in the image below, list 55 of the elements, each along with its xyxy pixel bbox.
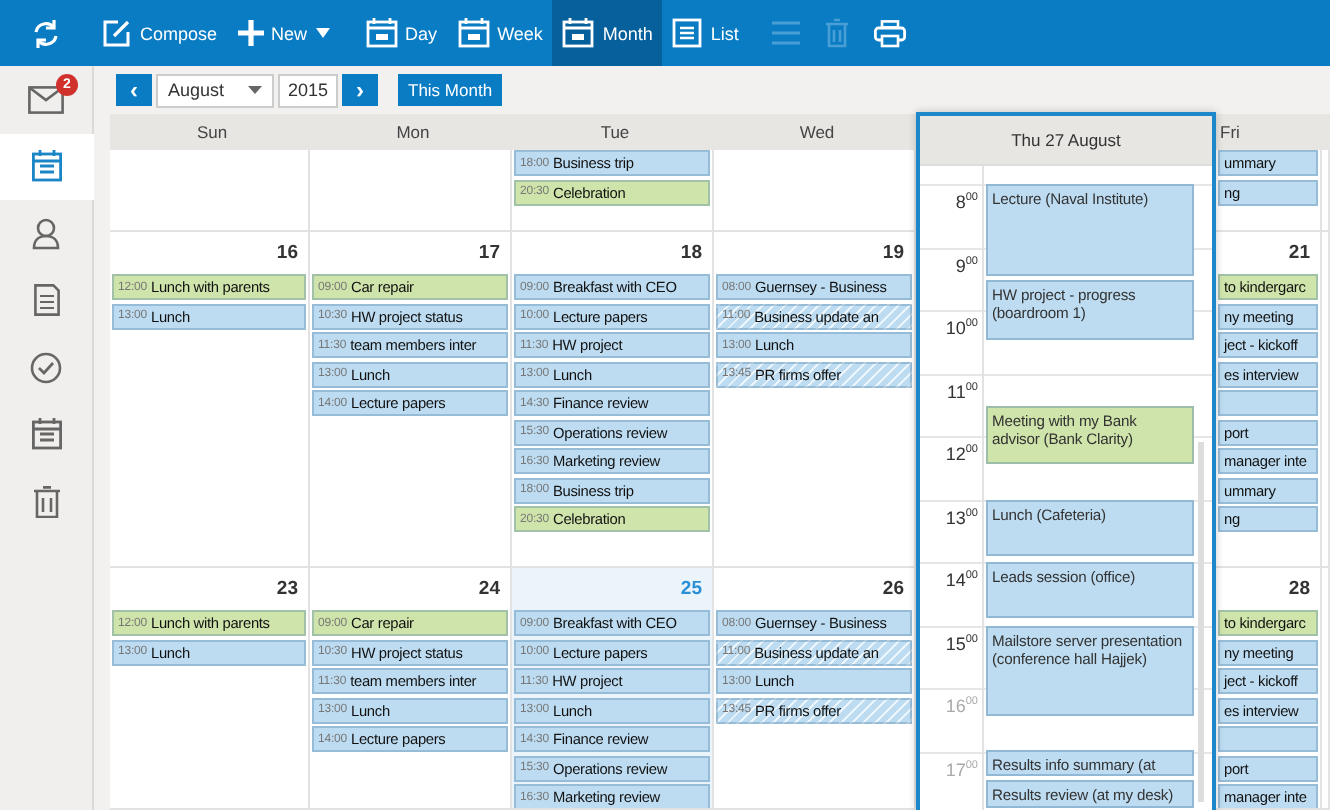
calendar-icon [31,418,61,451]
date-number: 24 [476,576,502,604]
weekday-header: Mon [310,114,512,150]
date-number: 21 [1286,240,1312,268]
caret-icon [248,86,262,94]
weekday-header: Wed [714,114,916,150]
list-icon [672,18,703,48]
toolbar-button[interactable]: Day [355,0,448,66]
toolbar-button[interactable]: Month [552,0,663,66]
trash-icon [33,485,59,518]
hour-label: 14$^{00}$ [943,568,978,590]
hour-label: 8$^{00}$ [953,190,978,212]
sidebar-item[interactable] [0,133,94,200]
weekday-header: Fri [1216,114,1322,150]
person-icon [32,217,60,250]
date-number: 18 [678,240,704,268]
calendar-icon [562,18,595,48]
printer-icon[interactable] [874,19,907,47]
hour-label: 12$^{00}$ [943,442,978,464]
date-number: 26 [880,576,906,604]
mail-icon [28,85,64,114]
date-number: 16 [274,240,300,268]
year-field[interactable]: 2015 [278,73,338,107]
calendar-icon [32,150,62,183]
date-number: 28 [1286,576,1312,604]
weekday-header: Tue [512,114,714,150]
hour-label: 17$^{00}$ [943,757,978,779]
toolbar-button[interactable]: Compose [92,0,228,66]
date-number: 25 [678,576,704,604]
calendar-icon [365,18,398,48]
weekday-header: Sun [110,114,310,150]
toolbar-button[interactable]: Week [447,0,553,66]
previous-button[interactable]: ‹ [116,74,152,106]
toolbar-button[interactable]: New [227,0,340,66]
hour-label: 16$^{00}$ [943,694,978,716]
toolbar-button[interactable]: List [662,0,749,66]
note-icon [33,284,59,317]
day-view-title: Thu 27 August [920,116,1212,164]
date-number: 17 [476,240,502,268]
hour-label: 13$^{00}$ [943,505,978,527]
hour-label: 9$^{00}$ [953,253,978,275]
date-number: 19 [880,240,906,268]
this-month-button[interactable]: This Month [398,74,503,106]
hour-label: 11$^{00}$ [945,379,978,401]
hour-label: 10$^{00}$ [943,316,978,338]
scrollbar[interactable] [1198,442,1204,802]
calendar-icon [457,18,490,48]
date-number: 23 [274,576,300,604]
plus-icon [237,20,264,46]
hour-label: 15$^{00}$ [943,631,978,653]
check-circle-icon [30,351,62,384]
compose-icon [102,18,132,48]
caret-icon [315,28,330,38]
month-select[interactable]: August [156,73,274,107]
next-button[interactable]: › [342,74,378,106]
